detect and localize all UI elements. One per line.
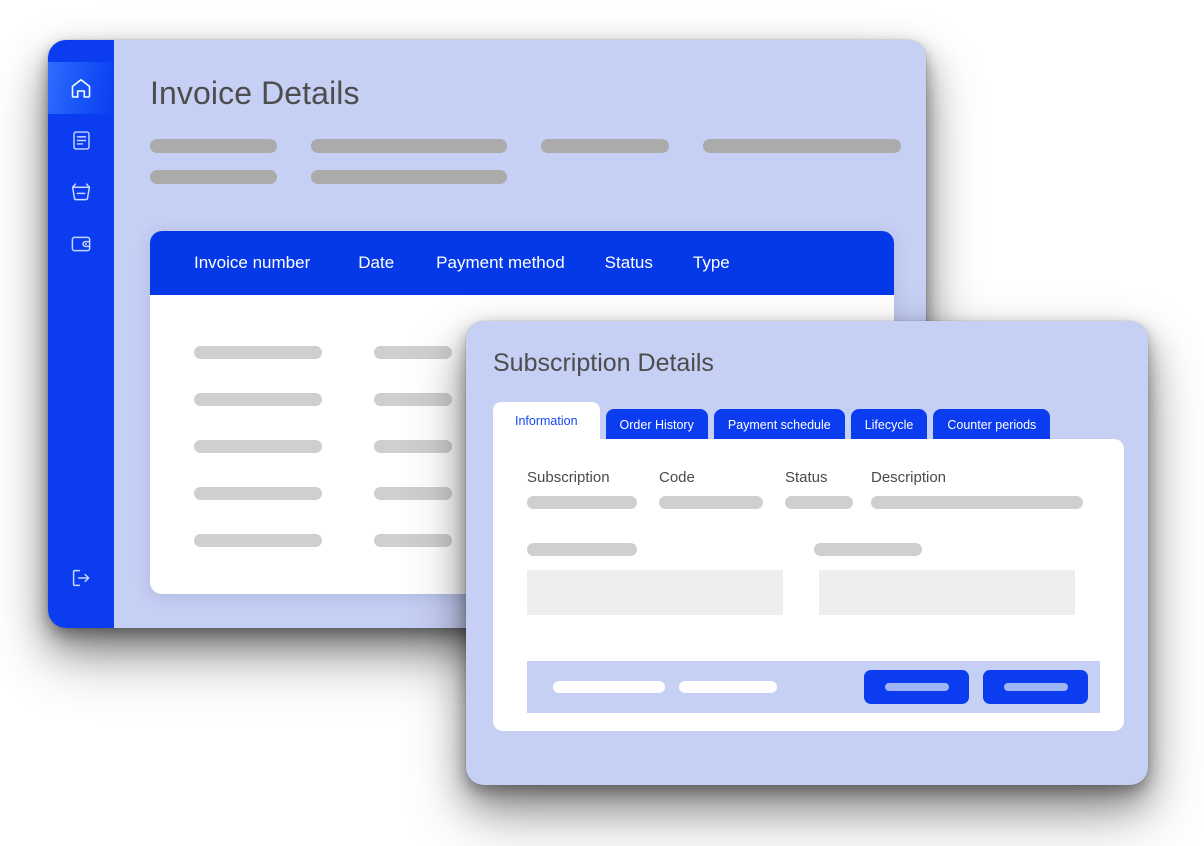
tab-counter-periods[interactable]: Counter periods (933, 408, 1051, 441)
table-cell (194, 393, 374, 406)
field-value-subscription (527, 496, 659, 510)
skeleton-bar (311, 170, 507, 185)
home-icon (69, 76, 93, 100)
field-label-row: Subscription Code Status Description (527, 469, 1100, 486)
field-value-code (659, 496, 785, 510)
column-header-invoice-number[interactable]: Invoice number (194, 253, 310, 273)
tab-payment-schedule[interactable]: Payment schedule (713, 408, 845, 441)
table-cell (194, 487, 374, 500)
secondary-label-left (527, 543, 814, 557)
table-header-row: Invoice number Date Payment method Statu… (150, 231, 894, 295)
button-label-placeholder (1003, 683, 1068, 692)
field-box-left[interactable] (527, 570, 783, 616)
subscription-details-window: Subscription Details Information Order H… (466, 321, 1148, 785)
column-header-type[interactable]: Type (693, 253, 730, 273)
skeleton-bar (541, 139, 669, 154)
information-tab-panel: Subscription Code Status Description (493, 439, 1124, 732)
field-label-description: Description (871, 469, 947, 487)
screenshot-canvas: Invoice Details Invoice number Date Paym… (0, 0, 1204, 846)
skeleton-bar (311, 139, 507, 154)
footer-link-placeholder[interactable] (553, 681, 665, 694)
tab-order-history[interactable]: Order History (605, 408, 708, 441)
field-label-subscription: Subscription (527, 469, 610, 487)
tab-lifecycle[interactable]: Lifecycle (850, 408, 928, 441)
input-row (527, 570, 1100, 616)
action-bar (527, 661, 1100, 714)
column-header-date[interactable]: Date (358, 253, 394, 273)
table-cell (194, 440, 374, 453)
table-cell (194, 534, 374, 547)
secondary-action-button[interactable] (983, 670, 1088, 705)
logout-icon (69, 566, 93, 590)
field-label-status: Status (785, 469, 828, 487)
secondary-label-row (527, 543, 1101, 557)
primary-action-button[interactable] (864, 670, 969, 705)
sidebar-item-logout[interactable] (48, 552, 114, 604)
column-header-payment-method[interactable]: Payment method (436, 253, 565, 273)
subscription-page-title: Subscription Details (493, 349, 714, 377)
sidebar-item-documents[interactable] (48, 114, 114, 166)
basket-icon (69, 180, 93, 204)
sidebar-item-orders[interactable] (48, 166, 114, 218)
field-value-description (871, 496, 1083, 510)
sidebar-navigation (48, 40, 114, 628)
table-cell (194, 346, 374, 359)
field-box-right[interactable] (819, 570, 1075, 616)
sidebar-item-billing[interactable] (48, 218, 114, 270)
meta-row (150, 139, 926, 154)
tab-information[interactable]: Information (493, 401, 600, 440)
meta-row (150, 170, 926, 185)
field-label-code: Code (659, 469, 695, 487)
skeleton-bar (150, 139, 277, 154)
page-title: Invoice Details (150, 75, 360, 111)
skeleton-bar (703, 139, 901, 154)
footer-link-placeholder[interactable] (679, 681, 777, 694)
column-header-status[interactable]: Status (605, 253, 653, 273)
sidebar-item-home[interactable] (48, 62, 114, 114)
wallet-icon (69, 232, 93, 256)
invoice-meta-placeholders (150, 139, 926, 185)
skeleton-bar (150, 170, 277, 185)
document-icon (70, 129, 93, 152)
button-label-placeholder (884, 683, 949, 692)
field-value-status (785, 496, 871, 510)
secondary-label-right (813, 543, 1101, 557)
field-value-row (527, 496, 1100, 510)
tab-bar: Information Order History Payment schedu… (490, 401, 1124, 441)
